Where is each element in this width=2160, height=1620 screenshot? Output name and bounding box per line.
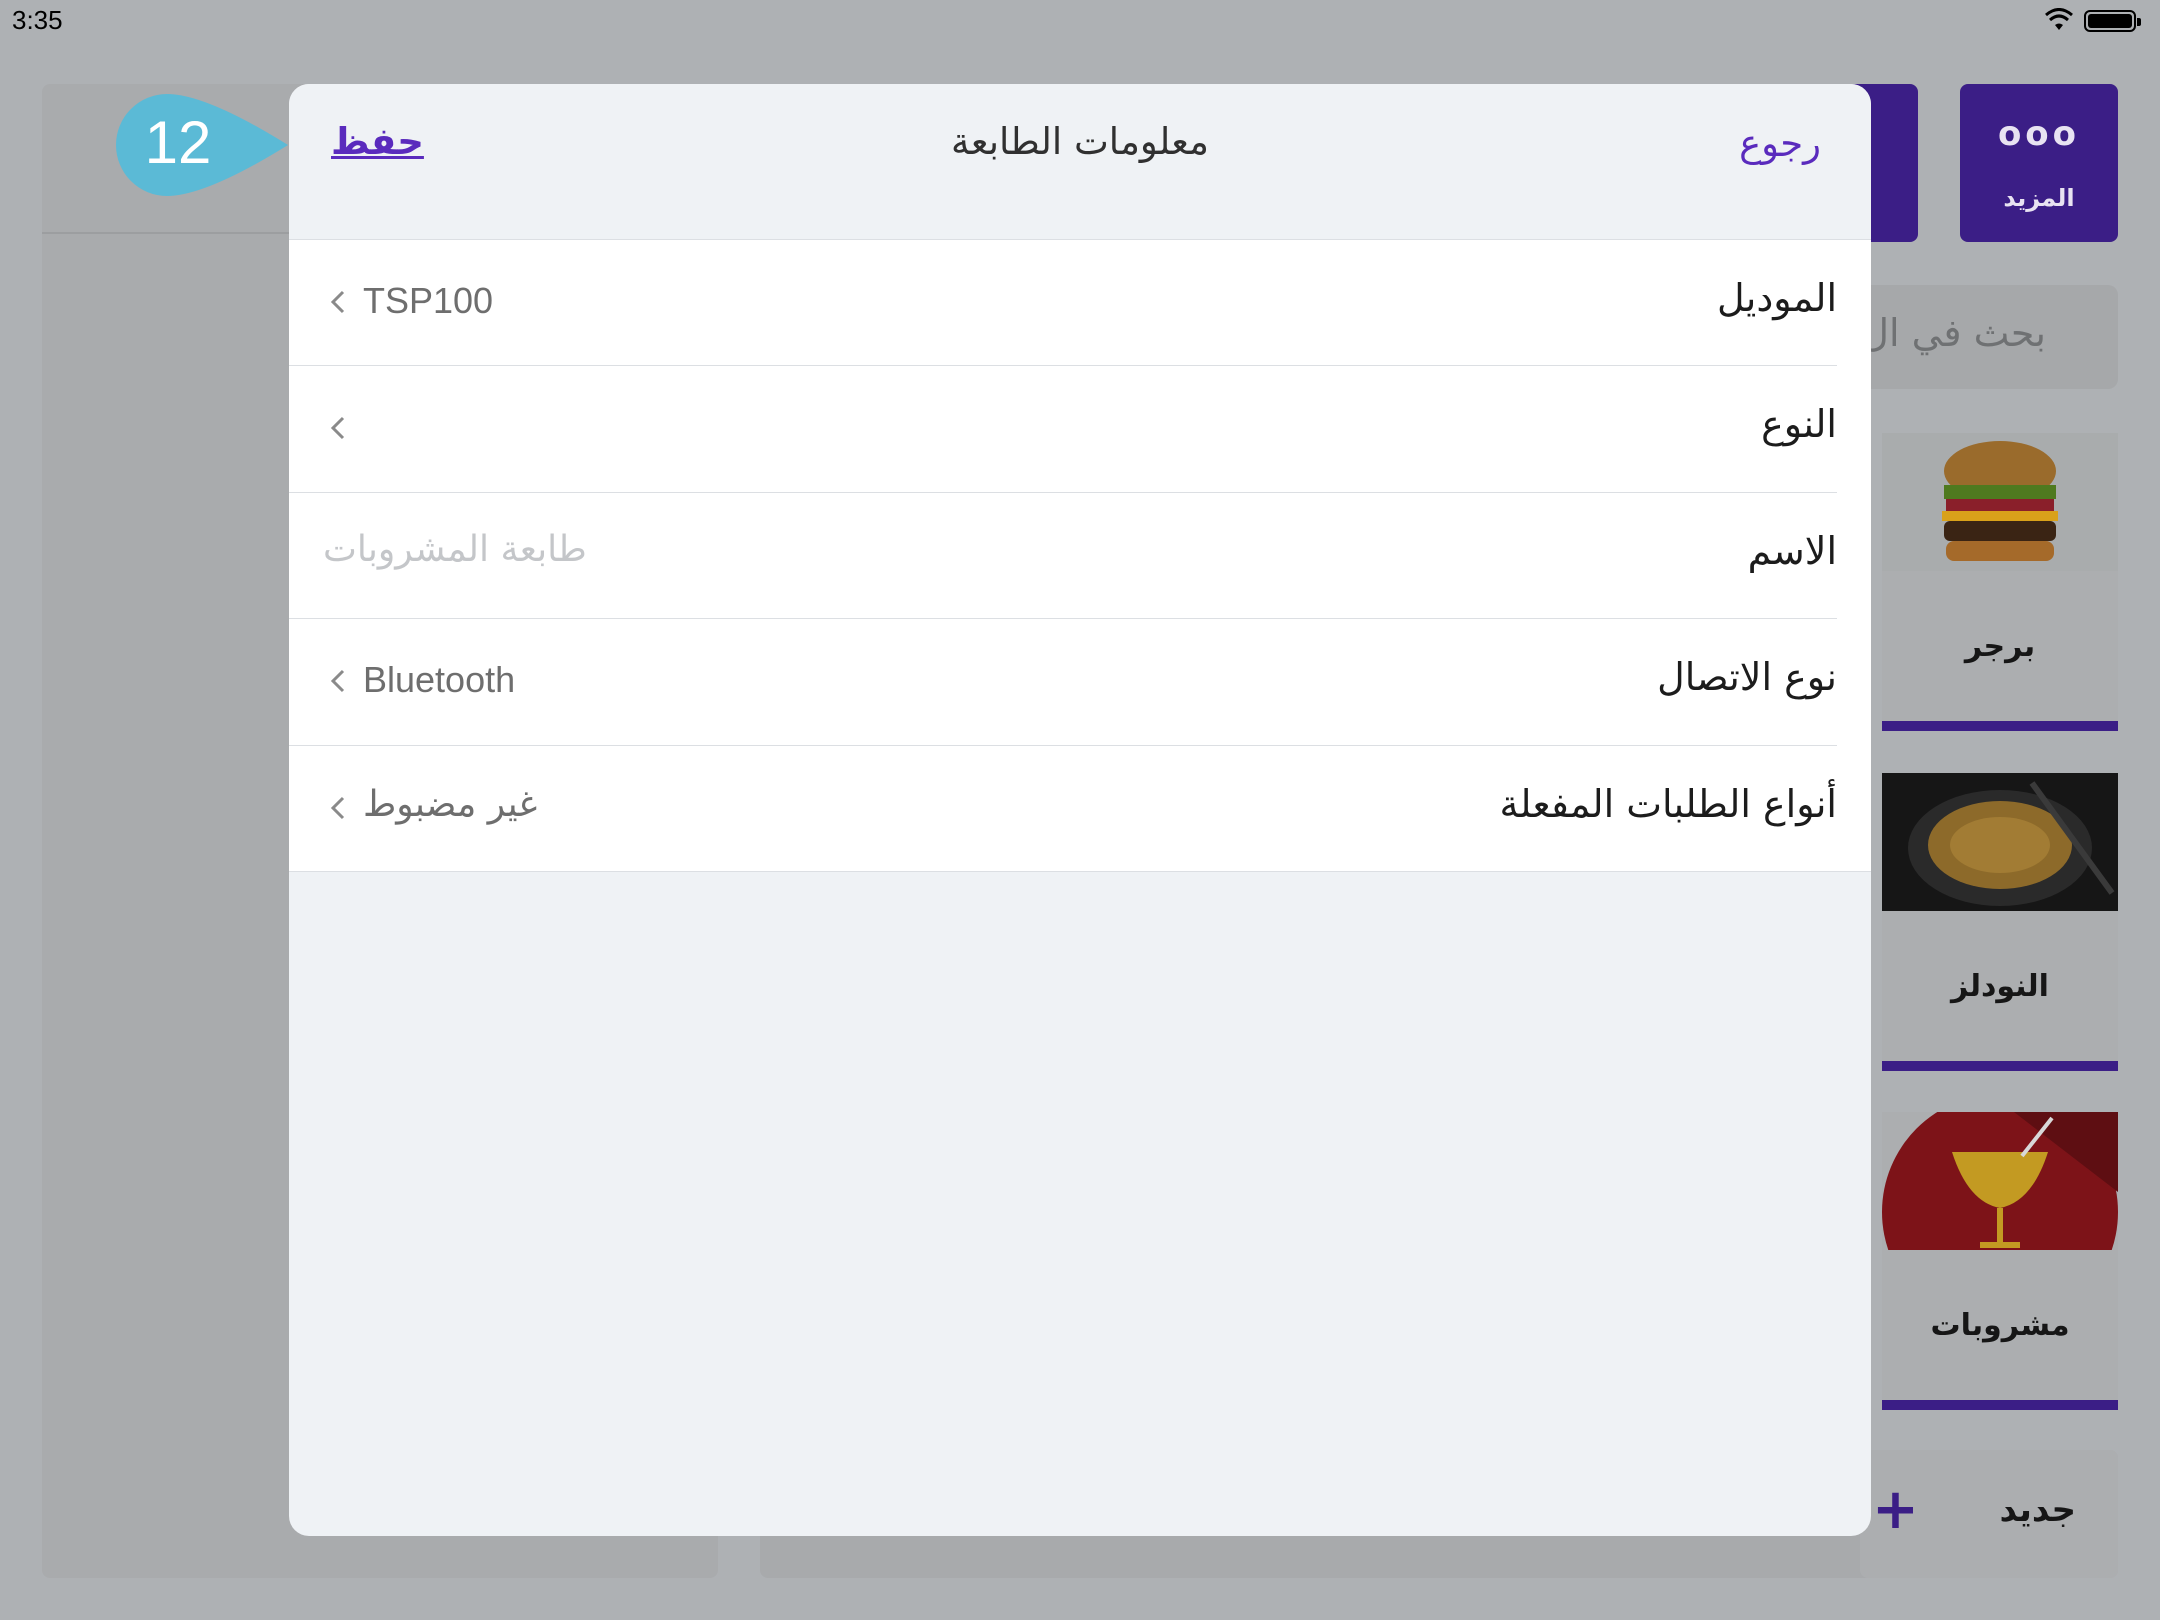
status-time: 3:35 (12, 5, 63, 35)
modal-header: حفظ معلومات الطابعة رجوع (289, 84, 1871, 240)
category-card-burger[interactable]: برجر (1882, 433, 2118, 731)
row-label: الاسم (1747, 528, 1837, 573)
row-value: TSP100 (363, 280, 494, 321)
name-input[interactable]: طابعة المشروبات (323, 529, 587, 570)
search-placeholder: بحث في ال (1861, 311, 2046, 355)
back-button[interactable]: رجوع (1739, 122, 1821, 165)
more-dots-icon: ooo (1997, 114, 2081, 154)
row-value: غير مضبوط (363, 783, 538, 825)
category-name: مشروبات (1930, 1308, 2070, 1343)
noodles-image (1882, 773, 2118, 911)
new-button[interactable]: + جديد (1860, 1450, 2118, 1578)
category-name: برجر (1964, 629, 2036, 664)
chevron-left-icon (330, 417, 345, 440)
row-label: الموديل (1716, 276, 1837, 320)
row-label: أنواع الطلبات المفعلة (1499, 781, 1837, 826)
modal-title: معلومات الطابعة (951, 120, 1209, 163)
printer-form: الموديل TSP100 النوع الاسم طابعة المشروب… (289, 240, 1871, 872)
chevron-left-icon (330, 290, 345, 314)
plus-icon: + (1872, 1477, 1919, 1542)
row-type[interactable]: النوع (289, 366, 1871, 493)
row-value: Bluetooth (363, 659, 516, 701)
more-button[interactable]: ooo المزيد (1960, 84, 2118, 242)
row-connection-type[interactable]: نوع الاتصال Bluetooth (289, 619, 1871, 746)
search-input[interactable]: بحث في ال (1840, 285, 2118, 389)
category-underline (1882, 721, 2118, 731)
category-underline (1882, 1400, 2118, 1410)
printer-info-modal: حفظ معلومات الطابعة رجوع الموديل TSP100 … (289, 84, 1871, 1536)
more-label: المزيد (2003, 184, 2075, 212)
category-name: النودلز (1951, 969, 2049, 1004)
row-enabled-order-types[interactable]: أنواع الطلبات المفعلة غير مضبوط (289, 746, 1871, 872)
category-underline (1882, 1061, 2118, 1071)
new-button-label: جديد (1999, 1490, 2076, 1530)
category-card-noodles[interactable]: النودلز (1882, 773, 2118, 1071)
chevron-left-icon (330, 670, 345, 693)
wifi-icon (2045, 8, 2073, 30)
row-label: النوع (1761, 402, 1837, 447)
row-label: نوع الاتصال (1657, 655, 1837, 700)
row-name: الاسم طابعة المشروبات (289, 493, 1871, 620)
category-card-drinks[interactable]: مشروبات (1882, 1112, 2118, 1410)
drink-glass-image (1882, 1112, 2118, 1250)
row-model[interactable]: الموديل TSP100 (289, 240, 1871, 367)
burger-image (1882, 433, 2118, 571)
step-number: 12 (144, 109, 212, 176)
chevron-left-icon (330, 796, 345, 819)
status-bar: 3:35 (0, 0, 2160, 40)
battery-icon (2084, 10, 2141, 32)
